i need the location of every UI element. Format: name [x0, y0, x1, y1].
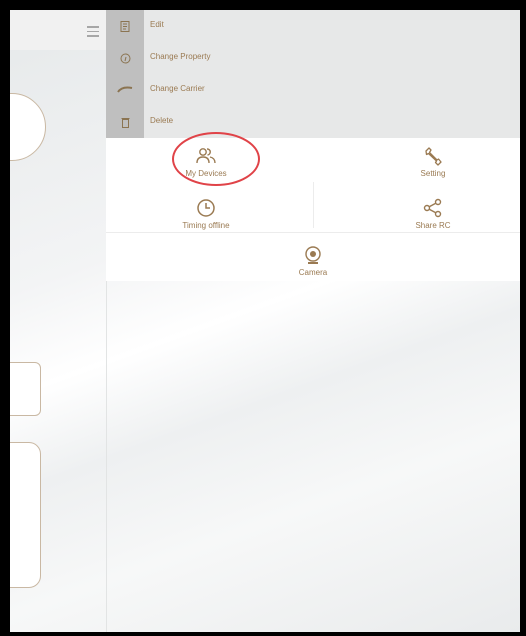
remote-dpad-partial[interactable]: [10, 442, 41, 588]
left-pane: [10, 10, 107, 632]
edit-icon: [106, 10, 144, 42]
menu-item-label: Change Carrier: [150, 84, 205, 93]
carrier-icon: [106, 74, 144, 106]
camera-icon: [305, 246, 321, 264]
camera-button[interactable]: Camera: [273, 245, 353, 277]
setting-label: Setting: [420, 169, 446, 178]
wrench-icon: [425, 147, 442, 166]
camera-label: Camera: [298, 268, 328, 277]
menu-item-change-carrier[interactable]: Change Carrier: [106, 74, 520, 106]
remote-key-partial[interactable]: [10, 362, 41, 416]
menu-item-edit[interactable]: Edit: [106, 10, 520, 42]
hamburger-menu-icon[interactable]: [87, 26, 99, 37]
trash-icon: [106, 106, 144, 138]
function-grid: My Devices Setting Timing offline Share …: [106, 138, 520, 281]
timing-offline-label: Timing offline: [182, 221, 230, 230]
grid-divider: [106, 232, 520, 233]
menu-item-label: Edit: [150, 20, 164, 29]
clock-icon: [197, 199, 215, 217]
left-toolbar: [10, 10, 106, 50]
remote-button-partial[interactable]: [10, 93, 46, 161]
menu-item-label: Change Property: [150, 52, 211, 61]
menu-item-delete[interactable]: Delete: [106, 106, 520, 138]
share-icon: [423, 198, 442, 218]
menu-item-change-property[interactable]: Change Property: [106, 42, 520, 74]
setting-button[interactable]: Setting: [393, 146, 473, 178]
menu-item-label: Delete: [150, 116, 174, 125]
app-screen: Edit Change Property Change Carrier Dele…: [10, 10, 520, 632]
annotation-circle: [172, 132, 260, 186]
share-rc-button[interactable]: Share RC: [393, 198, 473, 230]
timing-offline-button[interactable]: Timing offline: [166, 198, 246, 230]
info-icon: [106, 42, 144, 74]
context-menu: Edit Change Property Change Carrier Dele…: [106, 10, 520, 138]
share-rc-label: Share RC: [415, 221, 451, 230]
grid-divider: [313, 182, 314, 228]
